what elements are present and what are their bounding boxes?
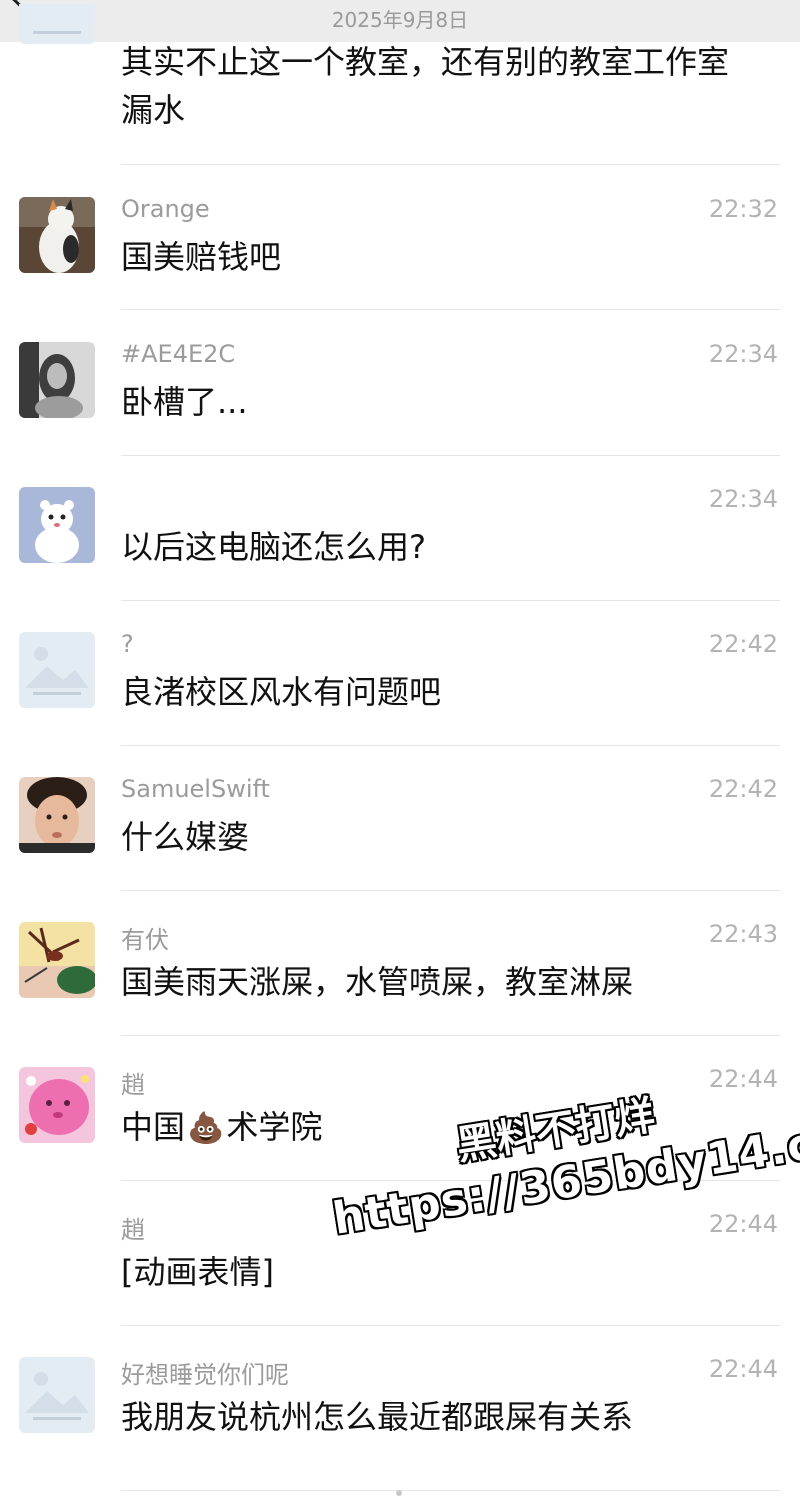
message-text: 中国💩术学院 — [121, 1105, 322, 1151]
message-text-part: 中国 — [121, 1108, 186, 1146]
message-text: 国美雨天涨屎，水管喷屎，教室淋屎 — [121, 963, 634, 1001]
divider — [121, 164, 780, 165]
message-text: 什么媒婆 — [121, 818, 250, 856]
timestamp: 22:42 — [708, 630, 778, 658]
date-header: 2025年9月8日 — [331, 8, 469, 32]
sender-name: ? — [121, 630, 134, 658]
sender-name: Orange — [121, 195, 210, 223]
divider — [121, 1035, 780, 1036]
timestamp: 22:44 — [708, 1210, 778, 1238]
timestamp: 22:44 — [708, 1355, 778, 1383]
timestamp: 22:43 — [708, 920, 778, 948]
message-text: 良渚校区风水有问题吧 — [121, 673, 442, 711]
divider — [121, 745, 780, 746]
timestamp: 22:34 — [708, 485, 778, 513]
divider — [121, 600, 780, 601]
sender-name: 趙 — [121, 1216, 145, 1244]
sender-name: 好想睡觉你们呢 — [121, 1361, 289, 1389]
sender-name: 趙 — [121, 1071, 145, 1099]
divider — [121, 890, 780, 891]
avatar[interactable] — [19, 777, 95, 853]
divider — [121, 1325, 780, 1326]
timestamp: 22:32 — [708, 195, 778, 223]
avatar[interactable] — [19, 197, 95, 273]
sender-name: 有伏 — [121, 926, 169, 954]
divider — [121, 309, 780, 310]
timestamp: 22:44 — [708, 1065, 778, 1093]
message-text: 国美赔钱吧 — [121, 238, 282, 276]
poop-emoji-icon: 💩 — [187, 1111, 225, 1146]
message-text-part: 术学院 — [226, 1108, 323, 1146]
avatar[interactable] — [19, 487, 95, 563]
avatar[interactable] — [19, 632, 95, 708]
avatar[interactable] — [19, 4, 95, 44]
timestamp: 22:42 — [708, 775, 778, 803]
avatar[interactable] — [19, 1067, 95, 1143]
divider — [121, 1490, 780, 1491]
sender-name: #AE4E2C — [121, 340, 236, 368]
divider — [121, 455, 780, 456]
message-text: 我朋友说杭州怎么最近都跟屎有关系 — [121, 1398, 634, 1436]
avatar[interactable] — [19, 922, 95, 998]
top-bar: 2025年9月8日 — [0, 0, 800, 42]
sender-name: SamuelSwift — [121, 775, 270, 803]
message-text: 漏水 — [121, 91, 186, 129]
avatar[interactable] — [19, 342, 95, 418]
scroll-indicator — [396, 1490, 402, 1496]
avatar[interactable] — [19, 1357, 95, 1433]
message-text: [动画表情] — [121, 1253, 274, 1291]
message-text: 以后这电脑还怎么用? — [121, 528, 426, 566]
timestamp: 22:34 — [708, 340, 778, 368]
message-text: 卧槽了... — [121, 383, 248, 421]
message-text: 其实不止这一个教室，还有别的教室工作室 — [121, 43, 730, 81]
